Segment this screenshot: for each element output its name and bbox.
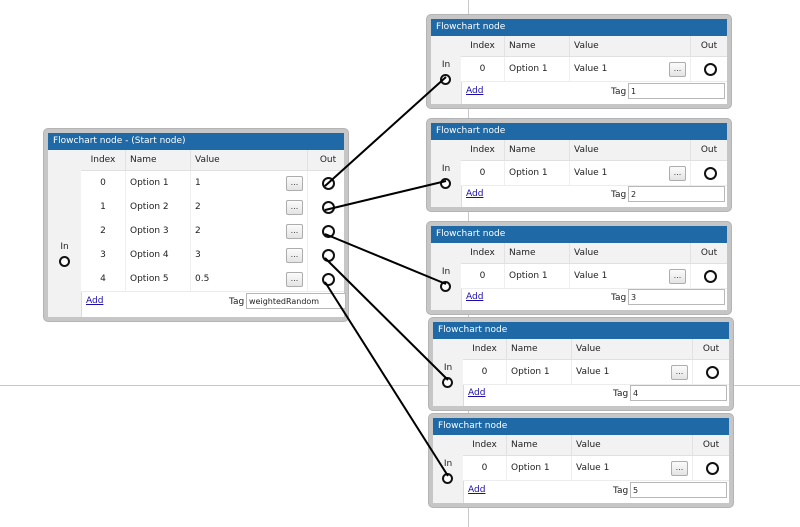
connector-line[interactable] [324, 281, 449, 477]
connector-line[interactable] [324, 76, 447, 187]
connector-layer [324, 76, 449, 477]
connector-line[interactable] [324, 180, 447, 211]
